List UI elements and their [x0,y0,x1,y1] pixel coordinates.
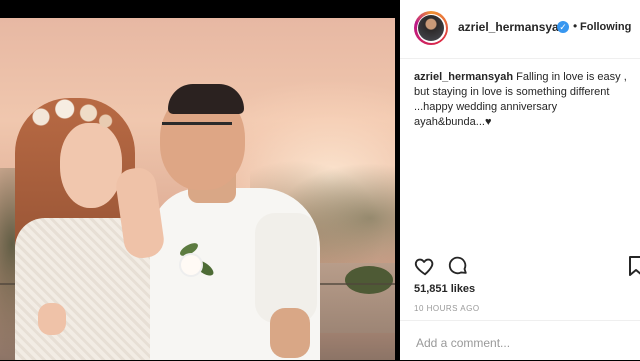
post-timestamp[interactable]: 10 HOURS AGO [414,304,480,313]
woman-hand [38,303,66,335]
following-button[interactable]: Following [580,21,631,33]
username-link[interactable]: azriel_hermansyah [458,20,566,34]
verified-badge-icon: ✓ [557,21,569,33]
woman-face [60,123,122,208]
comment-icon[interactable] [447,255,469,277]
flower-crown [22,93,117,133]
glasses [162,122,232,135]
boutonniere [175,240,216,293]
bush [345,266,393,294]
bookmark-icon[interactable] [628,256,640,276]
post-side-panel: azriel_hermansyah ✓ • Following azriel_h… [400,0,640,360]
separator-dot: • [573,19,578,33]
man-hand [270,308,310,358]
man-hair [168,84,244,114]
man-sleeve [255,213,317,323]
comment-input[interactable] [414,333,628,353]
heart-icon[interactable] [414,255,436,277]
avatar[interactable] [414,11,448,45]
comment-bar [400,320,640,361]
action-bar [400,250,640,280]
likes-count[interactable]: 51,851 likes [414,283,475,295]
caption-username[interactable]: azriel_hermansyah [414,71,513,83]
post-caption: azriel_hermansyah Falling in love is eas… [414,70,636,130]
post-header: azriel_hermansyah ✓ • Following [400,0,640,59]
post-photo[interactable] [0,18,395,360]
